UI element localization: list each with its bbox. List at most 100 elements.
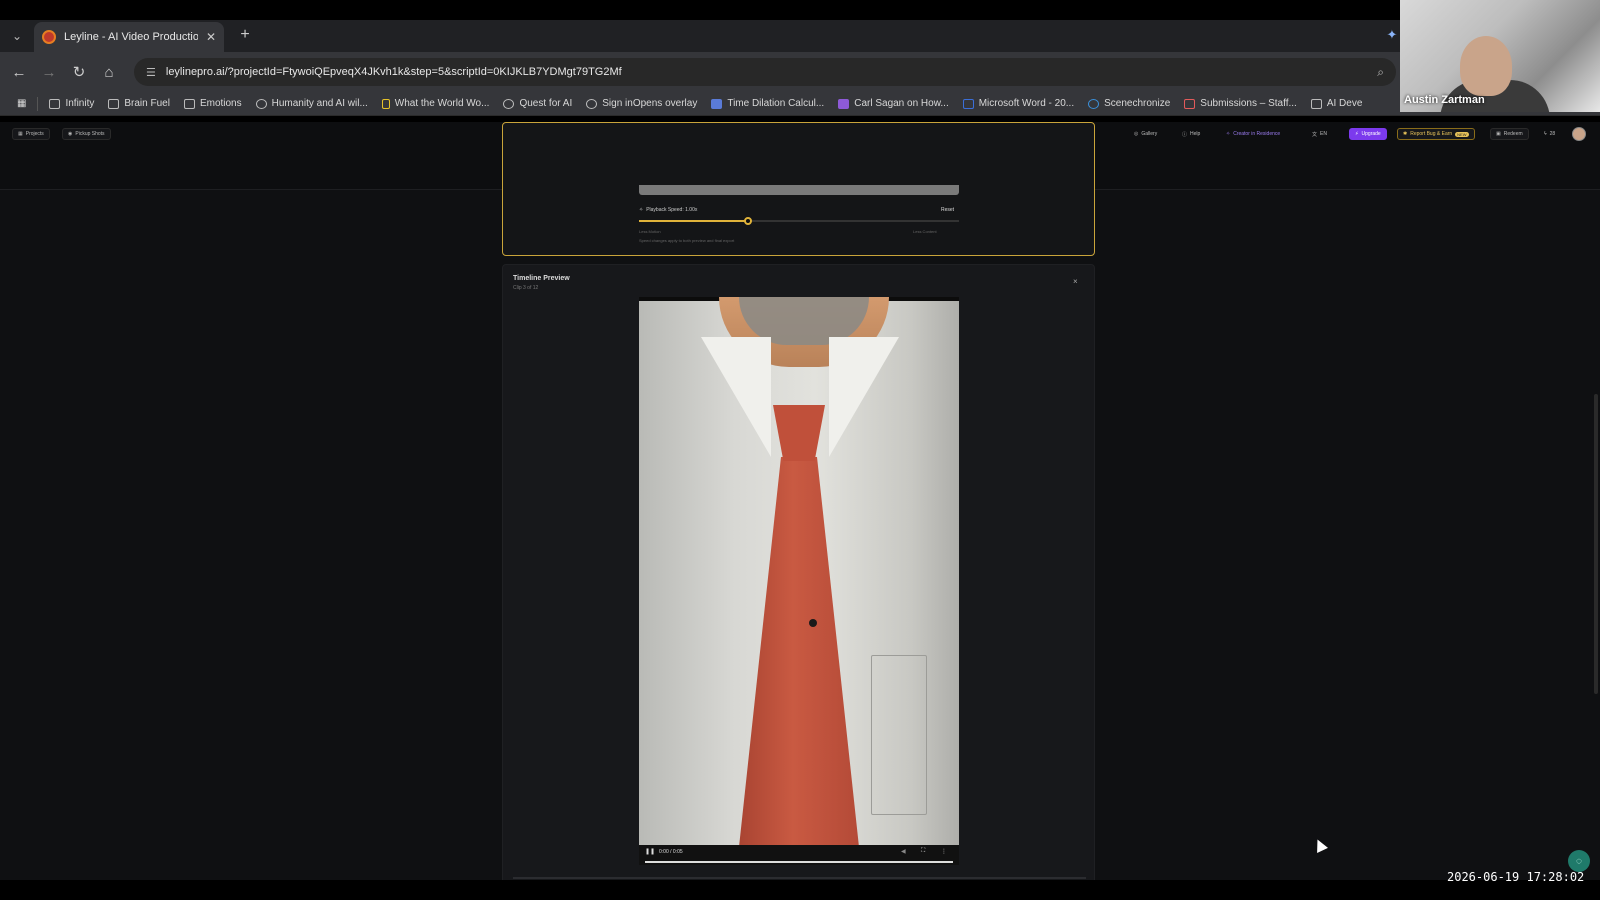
- bookmark-separator: [37, 96, 39, 111]
- camera-icon: ◉: [68, 131, 73, 137]
- gemini-sparkle-icon[interactable]: ✦: [1383, 26, 1401, 44]
- folder-icon: [1310, 98, 1322, 109]
- bookmark-item[interactable]: AI Deve: [1304, 98, 1370, 109]
- tab-search-button[interactable]: ⌄: [6, 25, 28, 47]
- bookmark-icon: [381, 98, 390, 109]
- bookmark-item[interactable]: Humanity and AI wil...: [249, 98, 375, 109]
- bookmarks-bar: ▦ Infinity Brain Fuel Emotions Humanity …: [0, 92, 1600, 116]
- gallery-icon: ◎: [1134, 131, 1139, 137]
- recording-timestamp: 2026-06-19 17:28:02: [1447, 870, 1585, 884]
- folder-icon: [49, 98, 61, 109]
- page-icon: [838, 98, 850, 109]
- redeem-button[interactable]: ▣ Redeem: [1490, 128, 1529, 140]
- slider-thumb[interactable]: [743, 217, 752, 225]
- apps-grid-icon[interactable]: ▦: [10, 98, 33, 109]
- folder-icon: [183, 98, 195, 109]
- page-icon: [962, 98, 974, 109]
- credits-counter[interactable]: ϟ 28: [1544, 128, 1555, 140]
- forward-arrow-icon[interactable]: →: [38, 61, 60, 83]
- reload-icon[interactable]: ↻: [68, 61, 90, 83]
- playback-speed-slider[interactable]: [639, 217, 959, 225]
- address-bar[interactable]: ☰ leylinepro.ai/?projectId=FtywoiQEpveqX…: [134, 58, 1396, 86]
- video-frame-collar-left: [701, 337, 771, 457]
- reset-speed-button[interactable]: Reset: [941, 207, 954, 213]
- bookmark-item[interactable]: Carl Sagan on How...: [831, 98, 956, 109]
- page-icon: [1088, 98, 1100, 109]
- webcam-person-head: [1460, 36, 1512, 96]
- page-icon: [711, 98, 723, 109]
- slider-min-label: Less Motion: [639, 229, 661, 234]
- chat-support-icon[interactable]: ◌: [1568, 850, 1590, 872]
- more-options-icon[interactable]: ⋮: [941, 848, 947, 855]
- playback-note: Speed changes apply to both preview and …: [639, 238, 735, 243]
- projects-button[interactable]: ▦ Projects: [12, 128, 50, 140]
- bookmark-item[interactable]: Brain Fuel: [101, 98, 177, 109]
- pickup-shots-button[interactable]: ◉ Pickup Shots: [62, 128, 111, 140]
- timeline-preview-title: Timeline Preview: [513, 275, 570, 282]
- report-bug-button[interactable]: ✱ Report Bug & Earn NEW: [1397, 128, 1475, 140]
- gallery-link[interactable]: ◎ Gallery: [1134, 128, 1157, 140]
- bug-icon: ✱: [1403, 131, 1408, 137]
- lightning-icon: ϟ: [1544, 131, 1547, 137]
- language-selector[interactable]: 文 EN: [1312, 128, 1327, 140]
- folder-icon: [108, 98, 120, 109]
- slider-fill: [639, 220, 748, 222]
- video-progress-bar[interactable]: [645, 861, 953, 863]
- grid-icon: ▦: [18, 131, 23, 137]
- bookmark-item[interactable]: What the World Wo...: [375, 98, 497, 109]
- home-icon[interactable]: ⌂: [98, 61, 120, 83]
- star-icon: ✧: [1226, 131, 1231, 137]
- bookmark-item[interactable]: Sign inOpens overlay: [579, 98, 704, 109]
- page-icon: [1184, 98, 1196, 109]
- video-frame-fly: [809, 619, 817, 627]
- video-player[interactable]: ❚❚ 0:00 / 0:05 ◀ ⛶ ⋮: [639, 297, 959, 865]
- tab-title: Leyline - AI Video Production P: [64, 31, 198, 43]
- new-badge: NEW: [1455, 131, 1469, 137]
- site-info-icon[interactable]: ☰: [146, 66, 156, 79]
- bookmark-item[interactable]: Scenechronize: [1081, 98, 1177, 109]
- bookmark-item[interactable]: Time Dilation Calcul...: [704, 98, 831, 109]
- globe-icon: [255, 98, 267, 109]
- timeline-track-bar: [513, 877, 1086, 879]
- translate-icon: 文: [1312, 131, 1318, 138]
- fullscreen-icon[interactable]: ⛶: [921, 848, 925, 855]
- video-controls: ❚❚ 0:00 / 0:05 ◀ ⛶ ⋮: [639, 845, 959, 865]
- video-frame-collar-right: [829, 337, 899, 457]
- bookmark-item[interactable]: Emotions: [177, 98, 249, 109]
- back-arrow-icon[interactable]: ←: [8, 61, 30, 83]
- close-icon[interactable]: ×: [1073, 277, 1078, 286]
- clip-counter: Clip 3 of 12: [513, 285, 539, 291]
- help-icon: ⓘ: [1182, 131, 1188, 138]
- creator-in-residence-link[interactable]: ✧ Creator in Residence: [1226, 128, 1280, 140]
- mouse-cursor-icon: [1312, 837, 1328, 853]
- leyline-favicon-icon: [42, 30, 56, 44]
- bookmark-item[interactable]: Submissions – Staff...: [1177, 98, 1304, 109]
- leyline-app: ▦ Projects ◉ Pickup Shots ◎ Gallery ⓘ Help ✧…: [0, 122, 1600, 884]
- pause-icon[interactable]: ❚❚: [645, 848, 655, 855]
- bookmark-item[interactable]: Infinity: [42, 98, 101, 109]
- page-scrollbar[interactable]: [1594, 394, 1598, 694]
- zoom-icon[interactable]: ⌕: [1377, 65, 1384, 80]
- tab-close-icon[interactable]: ✕: [206, 30, 216, 44]
- webcam-name-label: Austin Zartman: [1404, 94, 1485, 106]
- bookmark-item[interactable]: Microsoft Word - 20...: [956, 98, 1081, 109]
- gift-icon: ▣: [1496, 131, 1501, 137]
- bookmark-item[interactable]: Quest for AI: [496, 98, 579, 109]
- globe-icon: [586, 98, 598, 109]
- playback-speed-label: ✧ Playback Speed: 1.00x: [639, 207, 698, 213]
- slider-max-label: Less Content: [913, 229, 937, 234]
- browser-tab-leyline[interactable]: Leyline - AI Video Production P ✕: [34, 22, 224, 52]
- volume-icon[interactable]: ◀: [901, 848, 906, 855]
- upgrade-button[interactable]: ⚡ Upgrade: [1349, 128, 1387, 140]
- speed-icon: ✧: [639, 207, 644, 213]
- globe-icon: [503, 98, 515, 109]
- user-avatar[interactable]: [1572, 127, 1586, 141]
- playback-speed-panel: ✧ Playback Speed: 1.00x Reset Less Motion…: [502, 122, 1095, 256]
- help-link[interactable]: ⓘ Help: [1182, 128, 1200, 140]
- screen-bottom-border: [0, 880, 1600, 900]
- browser-tab-strip: ⌄ Leyline - AI Video Production P ✕ + ✦: [0, 20, 1600, 52]
- new-tab-button[interactable]: +: [234, 24, 256, 46]
- webcam-overlay: Austin Zartman: [1400, 0, 1600, 112]
- previous-video-preview: [639, 185, 959, 195]
- video-time: 0:00 / 0:05: [659, 849, 683, 855]
